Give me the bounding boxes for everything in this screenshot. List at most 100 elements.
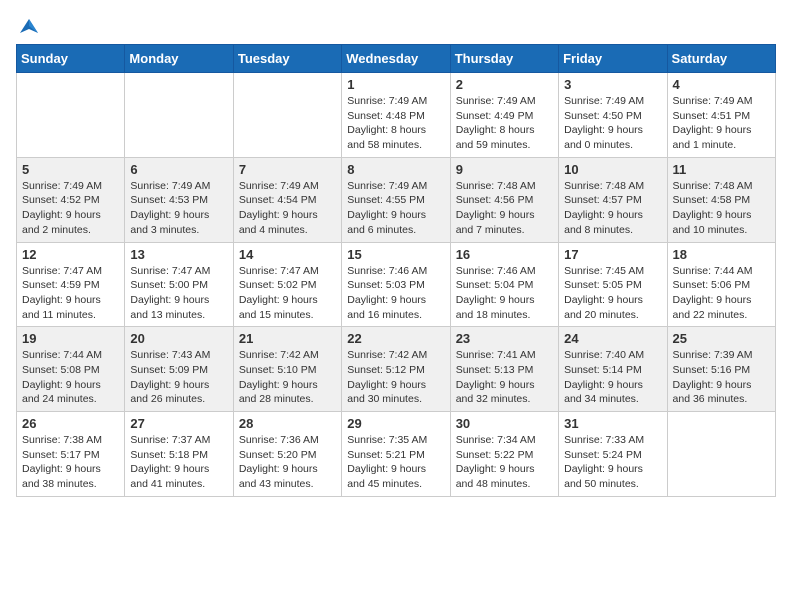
day-number: 17 — [564, 247, 661, 262]
weekday-header-monday: Monday — [125, 45, 233, 73]
day-number: 6 — [130, 162, 227, 177]
day-number: 27 — [130, 416, 227, 431]
day-number: 18 — [673, 247, 770, 262]
day-info: Sunrise: 7:44 AM Sunset: 5:06 PM Dayligh… — [673, 264, 770, 323]
calendar-week-row: 1 Sunrise: 7:49 AM Sunset: 4:48 PM Daylig… — [17, 73, 776, 158]
page-container: SundayMondayTuesdayWednesdayThursdayFrid… — [0, 0, 792, 507]
calendar-cell: 27 Sunrise: 7:37 AM Sunset: 5:18 PM Dayli… — [125, 412, 233, 497]
weekday-header-sunday: Sunday — [17, 45, 125, 73]
day-number: 21 — [239, 331, 336, 346]
day-number: 16 — [456, 247, 553, 262]
day-number: 9 — [456, 162, 553, 177]
day-number: 7 — [239, 162, 336, 177]
day-info: Sunrise: 7:47 AM Sunset: 5:00 PM Dayligh… — [130, 264, 227, 323]
day-info: Sunrise: 7:47 AM Sunset: 5:02 PM Dayligh… — [239, 264, 336, 323]
day-number: 11 — [673, 162, 770, 177]
day-info: Sunrise: 7:34 AM Sunset: 5:22 PM Dayligh… — [456, 433, 553, 492]
day-number: 19 — [22, 331, 119, 346]
calendar-table: SundayMondayTuesdayWednesdayThursdayFrid… — [16, 44, 776, 497]
calendar-cell — [233, 73, 341, 158]
weekday-header-friday: Friday — [559, 45, 667, 73]
calendar-cell: 10 Sunrise: 7:48 AM Sunset: 4:57 PM Dayli… — [559, 157, 667, 242]
calendar-cell: 23 Sunrise: 7:41 AM Sunset: 5:13 PM Dayli… — [450, 327, 558, 412]
day-info: Sunrise: 7:41 AM Sunset: 5:13 PM Dayligh… — [456, 348, 553, 407]
day-info: Sunrise: 7:49 AM Sunset: 4:49 PM Dayligh… — [456, 94, 553, 153]
day-info: Sunrise: 7:49 AM Sunset: 4:53 PM Dayligh… — [130, 179, 227, 238]
day-info: Sunrise: 7:49 AM Sunset: 4:50 PM Dayligh… — [564, 94, 661, 153]
day-number: 10 — [564, 162, 661, 177]
calendar-cell: 17 Sunrise: 7:45 AM Sunset: 5:05 PM Dayli… — [559, 242, 667, 327]
day-number: 14 — [239, 247, 336, 262]
logo — [16, 16, 40, 34]
day-number: 30 — [456, 416, 553, 431]
day-number: 29 — [347, 416, 444, 431]
weekday-header-saturday: Saturday — [667, 45, 775, 73]
day-number: 20 — [130, 331, 227, 346]
day-info: Sunrise: 7:40 AM Sunset: 5:14 PM Dayligh… — [564, 348, 661, 407]
calendar-cell: 26 Sunrise: 7:38 AM Sunset: 5:17 PM Dayli… — [17, 412, 125, 497]
day-number: 12 — [22, 247, 119, 262]
day-info: Sunrise: 7:49 AM Sunset: 4:48 PM Dayligh… — [347, 94, 444, 153]
day-info: Sunrise: 7:39 AM Sunset: 5:16 PM Dayligh… — [673, 348, 770, 407]
calendar-cell: 19 Sunrise: 7:44 AM Sunset: 5:08 PM Dayli… — [17, 327, 125, 412]
day-info: Sunrise: 7:49 AM Sunset: 4:51 PM Dayligh… — [673, 94, 770, 153]
weekday-header-thursday: Thursday — [450, 45, 558, 73]
calendar-cell: 13 Sunrise: 7:47 AM Sunset: 5:00 PM Dayli… — [125, 242, 233, 327]
day-number: 15 — [347, 247, 444, 262]
calendar-cell: 28 Sunrise: 7:36 AM Sunset: 5:20 PM Dayli… — [233, 412, 341, 497]
calendar-cell: 12Sunrise: 7:47 AM Sunset: 4:59 PM Dayli… — [17, 242, 125, 327]
day-info: Sunrise: 7:37 AM Sunset: 5:18 PM Dayligh… — [130, 433, 227, 492]
day-info: Sunrise: 7:36 AM Sunset: 5:20 PM Dayligh… — [239, 433, 336, 492]
day-info: Sunrise: 7:48 AM Sunset: 4:57 PM Dayligh… — [564, 179, 661, 238]
day-number: 26 — [22, 416, 119, 431]
calendar-cell: 15Sunrise: 7:46 AM Sunset: 5:03 PM Dayli… — [342, 242, 450, 327]
calendar-cell: 7 Sunrise: 7:49 AM Sunset: 4:54 PM Daylig… — [233, 157, 341, 242]
day-info: Sunrise: 7:49 AM Sunset: 4:54 PM Dayligh… — [239, 179, 336, 238]
calendar-cell: 2 Sunrise: 7:49 AM Sunset: 4:49 PM Daylig… — [450, 73, 558, 158]
day-number: 4 — [673, 77, 770, 92]
calendar-cell: 9 Sunrise: 7:48 AM Sunset: 4:56 PM Daylig… — [450, 157, 558, 242]
calendar-cell: 30 Sunrise: 7:34 AM Sunset: 5:22 PM Dayli… — [450, 412, 558, 497]
calendar-cell: 3Sunrise: 7:49 AM Sunset: 4:50 PM Daylig… — [559, 73, 667, 158]
calendar-cell: 11 Sunrise: 7:48 AM Sunset: 4:58 PM Dayli… — [667, 157, 775, 242]
day-info: Sunrise: 7:49 AM Sunset: 4:52 PM Dayligh… — [22, 179, 119, 238]
calendar-cell: 6 Sunrise: 7:49 AM Sunset: 4:53 PM Daylig… — [125, 157, 233, 242]
day-info: Sunrise: 7:48 AM Sunset: 4:56 PM Dayligh… — [456, 179, 553, 238]
day-number: 2 — [456, 77, 553, 92]
calendar-cell: 8Sunrise: 7:49 AM Sunset: 4:55 PM Daylig… — [342, 157, 450, 242]
day-info: Sunrise: 7:44 AM Sunset: 5:08 PM Dayligh… — [22, 348, 119, 407]
calendar-cell: 16 Sunrise: 7:46 AM Sunset: 5:04 PM Dayli… — [450, 242, 558, 327]
calendar-week-row: 5 Sunrise: 7:49 AM Sunset: 4:52 PM Daylig… — [17, 157, 776, 242]
day-number: 28 — [239, 416, 336, 431]
calendar-cell: 29Sunrise: 7:35 AM Sunset: 5:21 PM Dayli… — [342, 412, 450, 497]
day-number: 23 — [456, 331, 553, 346]
day-info: Sunrise: 7:49 AM Sunset: 4:55 PM Dayligh… — [347, 179, 444, 238]
calendar-week-row: 12Sunrise: 7:47 AM Sunset: 4:59 PM Dayli… — [17, 242, 776, 327]
day-info: Sunrise: 7:42 AM Sunset: 5:12 PM Dayligh… — [347, 348, 444, 407]
day-info: Sunrise: 7:46 AM Sunset: 5:04 PM Dayligh… — [456, 264, 553, 323]
day-info: Sunrise: 7:48 AM Sunset: 4:58 PM Dayligh… — [673, 179, 770, 238]
day-info: Sunrise: 7:38 AM Sunset: 5:17 PM Dayligh… — [22, 433, 119, 492]
calendar-cell: 4 Sunrise: 7:49 AM Sunset: 4:51 PM Daylig… — [667, 73, 775, 158]
day-info: Sunrise: 7:45 AM Sunset: 5:05 PM Dayligh… — [564, 264, 661, 323]
calendar-cell: 25Sunrise: 7:39 AM Sunset: 5:16 PM Dayli… — [667, 327, 775, 412]
calendar-cell: 22 Sunrise: 7:42 AM Sunset: 5:12 PM Dayli… — [342, 327, 450, 412]
day-number: 5 — [22, 162, 119, 177]
calendar-cell: 1 Sunrise: 7:49 AM Sunset: 4:48 PM Daylig… — [342, 73, 450, 158]
logo-text — [16, 16, 40, 34]
page-header — [16, 16, 776, 34]
day-number: 22 — [347, 331, 444, 346]
day-number: 1 — [347, 77, 444, 92]
calendar-cell: 24Sunrise: 7:40 AM Sunset: 5:14 PM Dayli… — [559, 327, 667, 412]
weekday-header-wednesday: Wednesday — [342, 45, 450, 73]
calendar-cell: 21 Sunrise: 7:42 AM Sunset: 5:10 PM Dayli… — [233, 327, 341, 412]
day-info: Sunrise: 7:42 AM Sunset: 5:10 PM Dayligh… — [239, 348, 336, 407]
calendar-cell: 14 Sunrise: 7:47 AM Sunset: 5:02 PM Dayli… — [233, 242, 341, 327]
calendar-week-row: 19 Sunrise: 7:44 AM Sunset: 5:08 PM Dayli… — [17, 327, 776, 412]
calendar-cell: 18 Sunrise: 7:44 AM Sunset: 5:06 PM Dayli… — [667, 242, 775, 327]
day-number: 31 — [564, 416, 661, 431]
logo-icon — [18, 16, 40, 38]
day-number: 13 — [130, 247, 227, 262]
calendar-cell: 31 Sunrise: 7:33 AM Sunset: 5:24 PM Dayli… — [559, 412, 667, 497]
day-info: Sunrise: 7:33 AM Sunset: 5:24 PM Dayligh… — [564, 433, 661, 492]
